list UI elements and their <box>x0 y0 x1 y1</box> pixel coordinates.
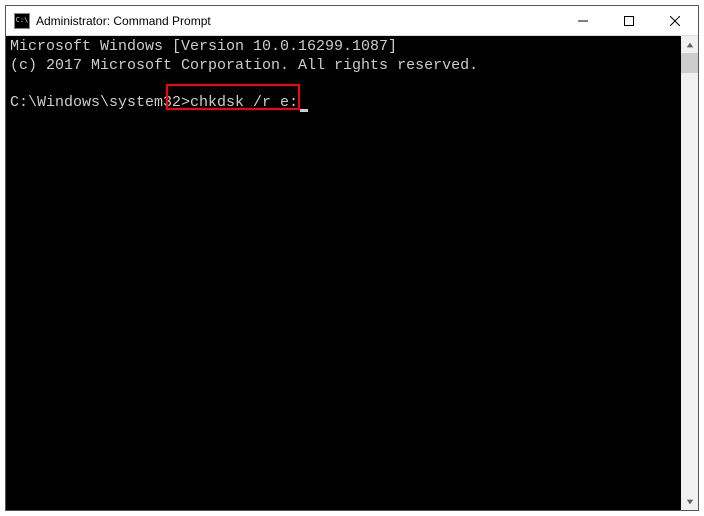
maximize-icon <box>624 16 634 26</box>
close-icon <box>670 16 680 26</box>
close-button[interactable] <box>652 6 698 35</box>
scrollbar-down-button[interactable] <box>681 493 698 510</box>
terminal-blank-line <box>10 76 677 95</box>
scrollbar-up-button[interactable] <box>681 36 698 53</box>
chevron-down-icon <box>686 498 694 506</box>
cursor <box>300 109 308 112</box>
chevron-up-icon <box>686 41 694 49</box>
command-prompt-window: C:\ Administrator: Command Prompt Micros… <box>5 5 699 511</box>
vertical-scrollbar[interactable] <box>681 36 698 510</box>
terminal-content[interactable]: Microsoft Windows [Version 10.0.16299.10… <box>6 36 681 510</box>
terminal-line: Microsoft Windows [Version 10.0.16299.10… <box>10 38 677 57</box>
scrollbar-thumb[interactable] <box>681 53 698 73</box>
terminal-line: (c) 2017 Microsoft Corporation. All righ… <box>10 57 677 76</box>
window-controls <box>560 6 698 35</box>
maximize-button[interactable] <box>606 6 652 35</box>
terminal-area: Microsoft Windows [Version 10.0.16299.10… <box>6 36 698 510</box>
scrollbar-track[interactable] <box>681 53 698 493</box>
cmd-icon-label: C:\ <box>16 17 29 24</box>
window-title: Administrator: Command Prompt <box>36 14 560 28</box>
terminal-prompt-line: C:\Windows\system32>chkdsk /r e: <box>10 94 677 113</box>
minimize-button[interactable] <box>560 6 606 35</box>
command-text: chkdsk /r e: <box>190 94 298 111</box>
titlebar[interactable]: C:\ Administrator: Command Prompt <box>6 6 698 36</box>
minimize-icon <box>578 16 588 26</box>
cmd-icon: C:\ <box>14 13 30 29</box>
prompt-text: C:\Windows\system32> <box>10 94 190 111</box>
